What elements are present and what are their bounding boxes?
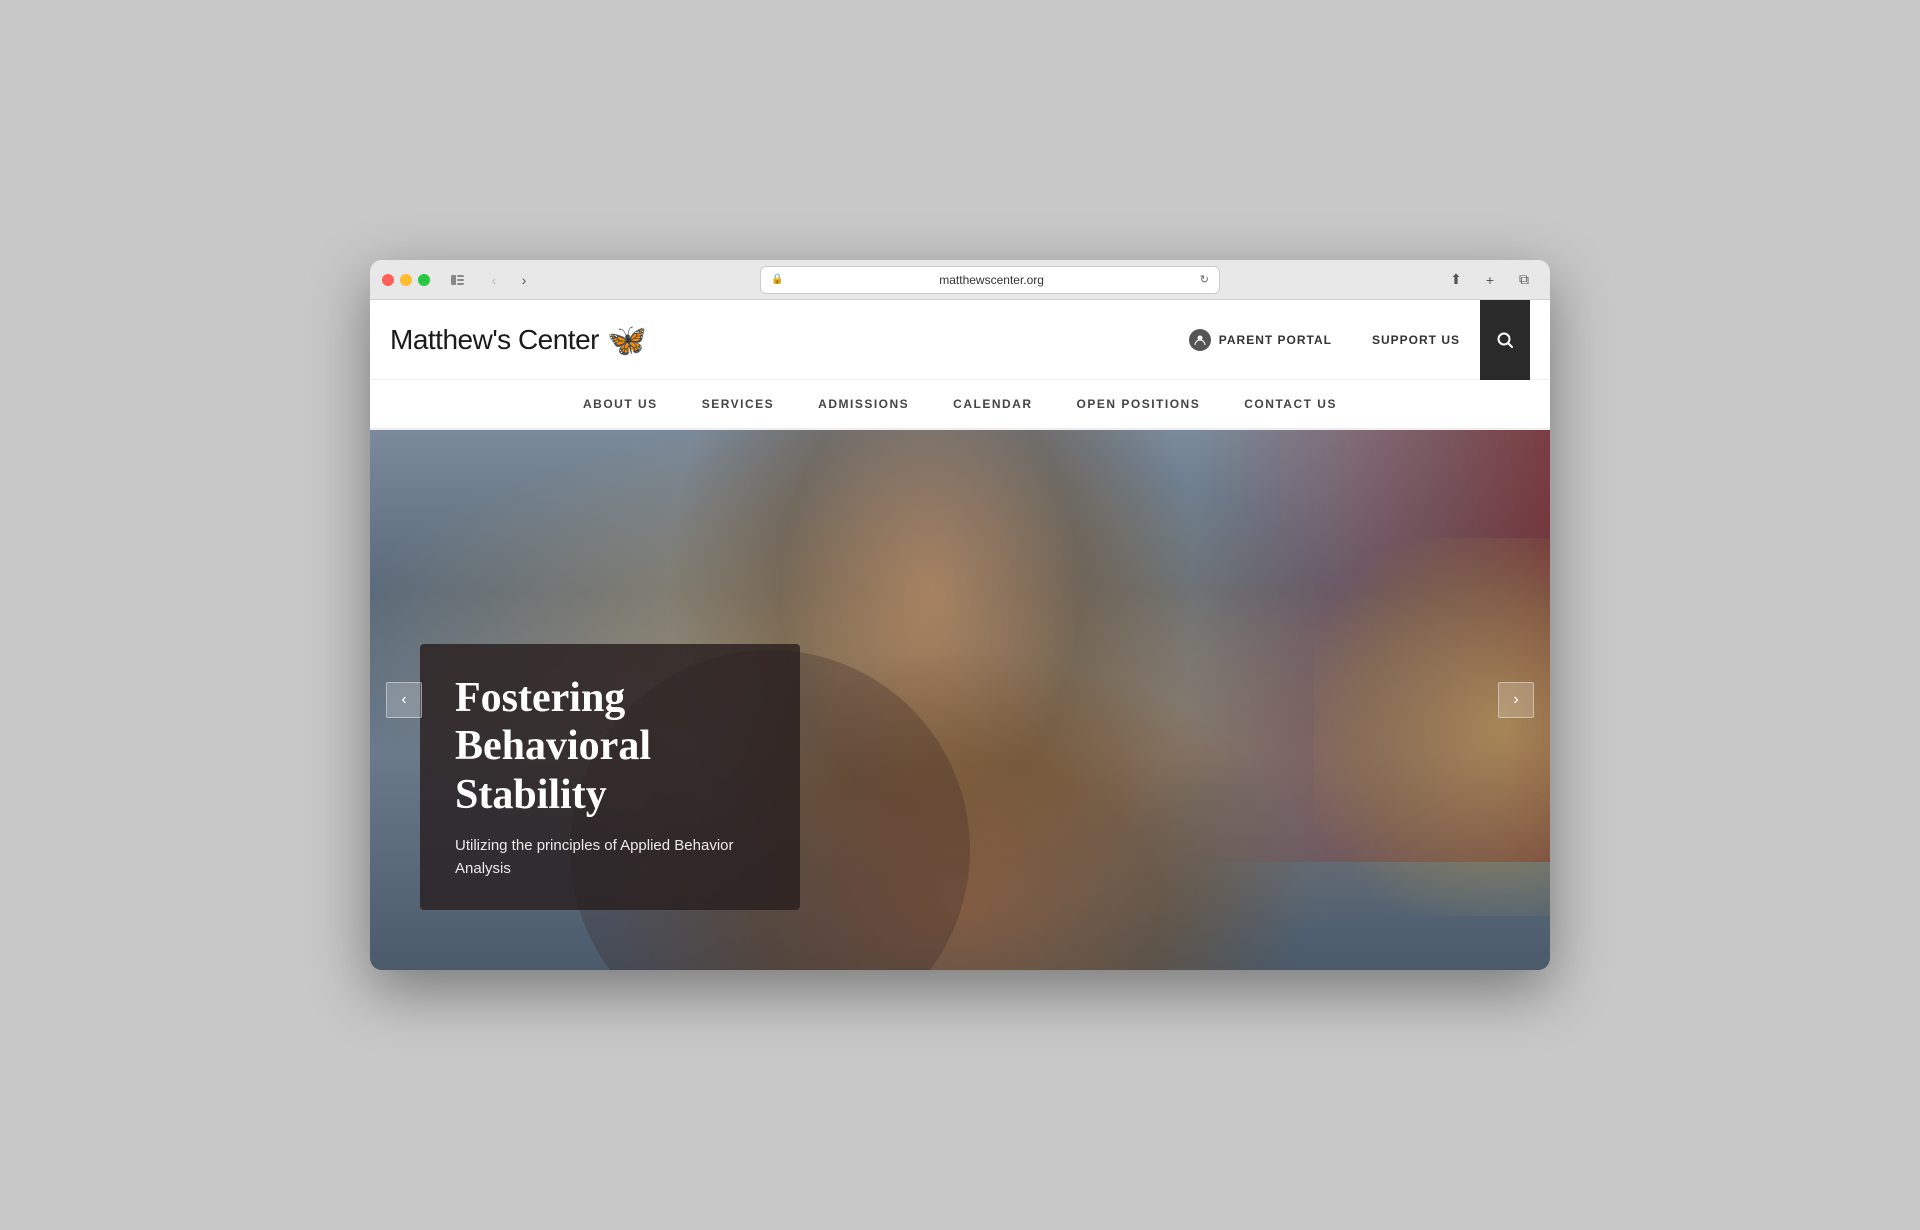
site-logo: Matthew's Center 🦋 (390, 321, 1169, 359)
butterfly-icon: 🦋 (607, 321, 647, 359)
hero-guitar-area (1314, 538, 1550, 916)
logo-text: Matthew's Center (390, 324, 599, 356)
support-us-label: SUPPORT US (1372, 333, 1460, 347)
hero-prev-button[interactable]: ‹ (386, 682, 422, 718)
nav-item-admissions[interactable]: ADMISSIONS (796, 380, 931, 430)
nav-item-about-us[interactable]: ABOUT US (561, 380, 680, 430)
sidebar-toggle-button[interactable] (446, 269, 468, 291)
back-button[interactable]: ‹ (480, 266, 508, 294)
address-bar[interactable]: 🔒 matthewscenter.org ↻ (760, 266, 1220, 294)
search-button[interactable] (1480, 300, 1530, 380)
browser-titlebar: ‹ › 🔒 matthewscenter.org ↻ ⬆ + ⧉ (370, 260, 1550, 300)
nav-item-services[interactable]: SERVICES (680, 380, 796, 430)
close-button[interactable] (382, 274, 394, 286)
share-button[interactable]: ⬆ (1442, 266, 1470, 294)
browser-window: ‹ › 🔒 matthewscenter.org ↻ ⬆ + ⧉ Matthew… (370, 260, 1550, 970)
reading-list-button[interactable]: ⧉ (1510, 266, 1538, 294)
traffic-lights (382, 274, 430, 286)
website-content: Matthew's Center 🦋 PARENT PORTAL SUPPORT… (370, 300, 1550, 970)
main-navigation: ABOUT US SERVICES ADMISSIONS CALENDAR OP… (370, 380, 1550, 430)
nav-item-open-positions[interactable]: OPEN POSITIONS (1055, 380, 1223, 430)
toolbar-right: ⬆ + ⧉ (1442, 266, 1538, 294)
url-text: matthewscenter.org (789, 273, 1193, 287)
hero-overlay: Fostering Behavioral Stability Utilizing… (420, 644, 800, 910)
nav-item-calendar[interactable]: CALENDAR (931, 380, 1054, 430)
parent-portal-label: PARENT PORTAL (1219, 333, 1332, 347)
hero-section: ‹ › Fostering Behavioral Stability Utili… (370, 430, 1550, 970)
nav-item-contact-us[interactable]: CONTACT US (1222, 380, 1359, 430)
maximize-button[interactable] (418, 274, 430, 286)
nav-list: ABOUT US SERVICES ADMISSIONS CALENDAR OP… (561, 380, 1359, 428)
window-controls (446, 269, 468, 291)
hero-title: Fostering Behavioral Stability (455, 674, 765, 819)
minimize-button[interactable] (400, 274, 412, 286)
hero-next-button[interactable]: › (1498, 682, 1534, 718)
address-bar-container: 🔒 matthewscenter.org ↻ (546, 266, 1434, 294)
refresh-icon[interactable]: ↻ (1200, 273, 1209, 286)
user-icon (1189, 329, 1211, 351)
new-tab-button[interactable]: + (1476, 266, 1504, 294)
lock-icon: 🔒 (771, 274, 783, 285)
header-right: PARENT PORTAL SUPPORT US (1169, 300, 1530, 380)
parent-portal-button[interactable]: PARENT PORTAL (1169, 321, 1352, 359)
forward-button[interactable]: › (510, 266, 538, 294)
support-us-button[interactable]: SUPPORT US (1352, 325, 1480, 355)
site-header: Matthew's Center 🦋 PARENT PORTAL SUPPORT… (370, 300, 1550, 380)
hero-subtitle: Utilizing the principles of Applied Beha… (455, 835, 765, 880)
navigation-buttons: ‹ › (480, 266, 538, 294)
